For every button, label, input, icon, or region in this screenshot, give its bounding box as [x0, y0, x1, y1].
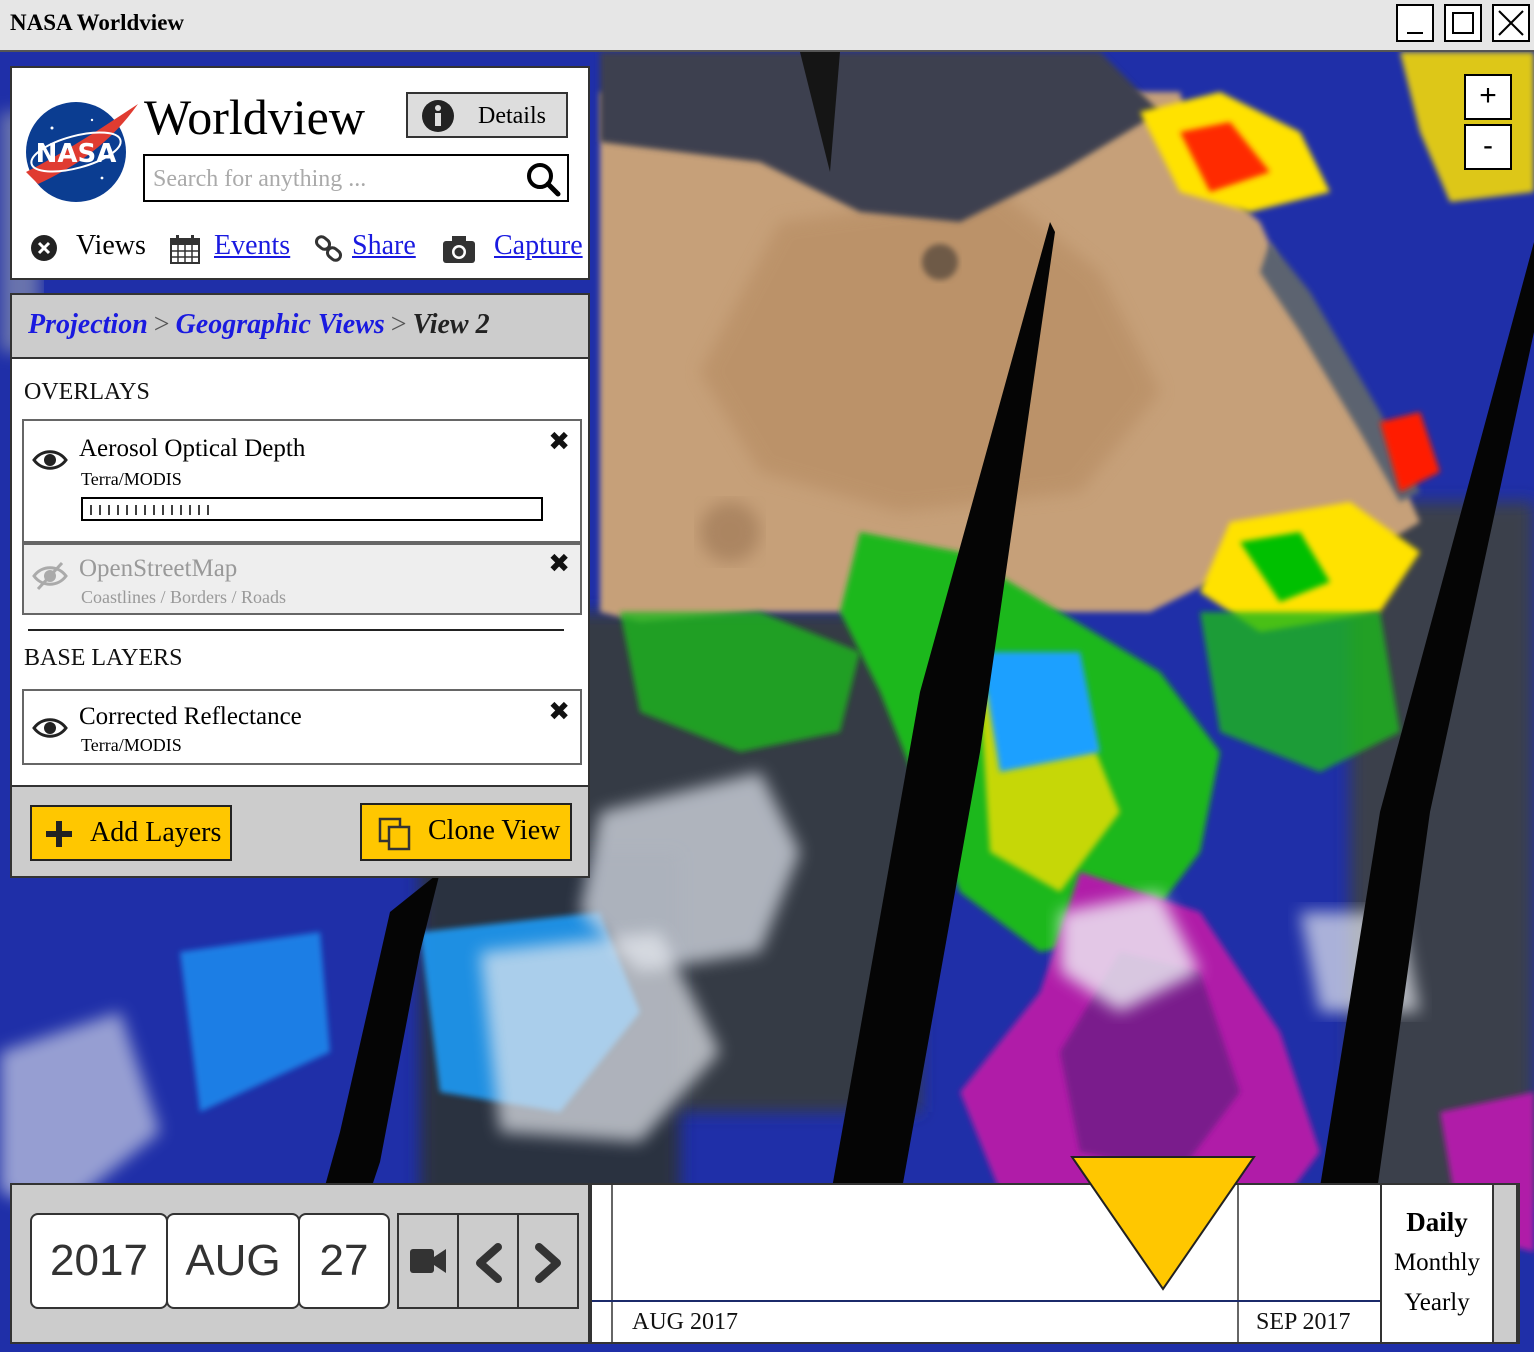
interval-monthly[interactable]: Monthly: [1382, 1249, 1492, 1277]
layer-source: Terra/MODIS: [81, 735, 182, 755]
minimize-button[interactable]: [1396, 4, 1434, 42]
breadcrumb: Projection > Geographic Views > View 2: [12, 295, 588, 359]
search-box[interactable]: [143, 154, 569, 202]
details-button[interactable]: Details: [406, 92, 568, 138]
info-icon: [422, 100, 454, 132]
nav-events-link[interactable]: Events: [214, 230, 290, 261]
breadcrumb-separator: >: [390, 309, 407, 340]
clone-view-label: Clone View: [428, 815, 561, 846]
maximize-icon: [1452, 12, 1474, 34]
interval-daily[interactable]: Daily: [1382, 1207, 1492, 1238]
breadcrumb-separator: >: [153, 309, 170, 340]
app-title: Worldview: [144, 89, 365, 145]
interval-yearly[interactable]: Yearly: [1382, 1289, 1492, 1317]
close-icon: [1498, 10, 1524, 36]
interval-selector: Daily Monthly Yearly: [1380, 1183, 1492, 1344]
search-input[interactable]: [151, 162, 515, 196]
clone-view-button[interactable]: Clone View: [360, 803, 572, 861]
month-input[interactable]: AUG: [166, 1213, 300, 1309]
remove-icon[interactable]: ✖: [548, 427, 570, 457]
base-layers-heading: BASE LAYERS: [24, 645, 183, 671]
layer-item-openstreetmap[interactable]: OpenStreetMap Coastlines / Borders / Roa…: [22, 543, 582, 615]
nav-capture-link[interactable]: Capture: [494, 230, 583, 261]
eye-icon[interactable]: [32, 447, 68, 473]
add-layers-button[interactable]: Add Layers: [30, 805, 232, 861]
remove-icon[interactable]: ✖: [548, 549, 570, 579]
chevron-right-icon: [535, 1243, 561, 1283]
minimize-icon: [1407, 32, 1423, 34]
eye-icon[interactable]: [32, 715, 68, 741]
eye-slash-icon[interactable]: [32, 561, 68, 591]
overlays-heading: OVERLAYS: [24, 379, 150, 405]
add-layers-label: Add Layers: [90, 817, 222, 848]
copy-icon: [378, 817, 411, 851]
remove-icon[interactable]: ✖: [548, 697, 570, 727]
link-icon: [314, 235, 343, 262]
camera-icon: [443, 236, 475, 263]
plus-icon: [46, 821, 72, 847]
layer-name: OpenStreetMap: [79, 555, 238, 582]
date-selector: 2017 AUG 27: [10, 1183, 590, 1344]
video-camera-icon: [410, 1249, 446, 1273]
slider-ticks: [90, 505, 209, 515]
window-titlebar: NASA Worldview: [0, 0, 1534, 52]
app-header-panel: NASA Worldview Details Views Events Shar…: [10, 66, 590, 280]
timeline-date-marker[interactable]: [1070, 1155, 1256, 1293]
zoom-out-button[interactable]: -: [1464, 124, 1512, 170]
nav-views-label: Views: [76, 230, 146, 261]
layer-source: Coastlines / Borders / Roads: [81, 587, 286, 607]
layers-panel: Projection > Geographic Views > View 2 OVERL…: [10, 293, 590, 878]
breadcrumb-current: View 2: [412, 309, 490, 340]
previous-day-button[interactable]: [459, 1215, 519, 1307]
close-window-button[interactable]: [1492, 4, 1530, 42]
nav-bar: Views Events Share Capture: [30, 228, 583, 268]
maximize-button[interactable]: [1444, 4, 1482, 42]
layer-source: Terra/MODIS: [81, 469, 182, 489]
layer-name: Aerosol Optical Depth: [79, 435, 306, 462]
layer-item-corrected-reflectance[interactable]: Corrected Reflectance Terra/MODIS ✖: [22, 689, 582, 765]
close-circle-icon: [31, 235, 57, 261]
chevron-left-icon: [476, 1243, 502, 1283]
calendar-icon: [170, 235, 200, 264]
svg-text:NASA: NASA: [36, 139, 117, 169]
timeline-controls: [397, 1213, 579, 1309]
breadcrumb-geographic-views[interactable]: Geographic Views: [176, 309, 385, 340]
window-title: NASA Worldview: [10, 10, 185, 35]
nav-share-link[interactable]: Share: [352, 230, 416, 261]
opacity-slider[interactable]: [81, 497, 543, 521]
search-icon[interactable]: [525, 161, 561, 197]
details-label: Details: [478, 103, 546, 129]
layer-item-aerosol[interactable]: Aerosol Optical Depth Terra/MODIS ✖: [22, 419, 582, 543]
layers-panel-footer: Add Layers Clone View: [12, 785, 588, 876]
day-input[interactable]: 27: [298, 1213, 390, 1309]
timeline-month-label: SEP 2017: [1256, 1309, 1351, 1335]
timeline-scrollbar[interactable]: [1492, 1183, 1518, 1344]
layer-name: Corrected Reflectance: [79, 703, 302, 730]
year-input[interactable]: 2017: [30, 1213, 168, 1309]
animation-button[interactable]: [399, 1215, 459, 1307]
nasa-logo: NASA: [26, 102, 138, 202]
breadcrumb-projection[interactable]: Projection: [28, 309, 148, 340]
zoom-in-button[interactable]: +: [1464, 74, 1512, 120]
next-day-button[interactable]: [519, 1215, 579, 1307]
section-divider: [28, 629, 564, 631]
timeline-month-label: AUG 2017: [632, 1309, 738, 1335]
